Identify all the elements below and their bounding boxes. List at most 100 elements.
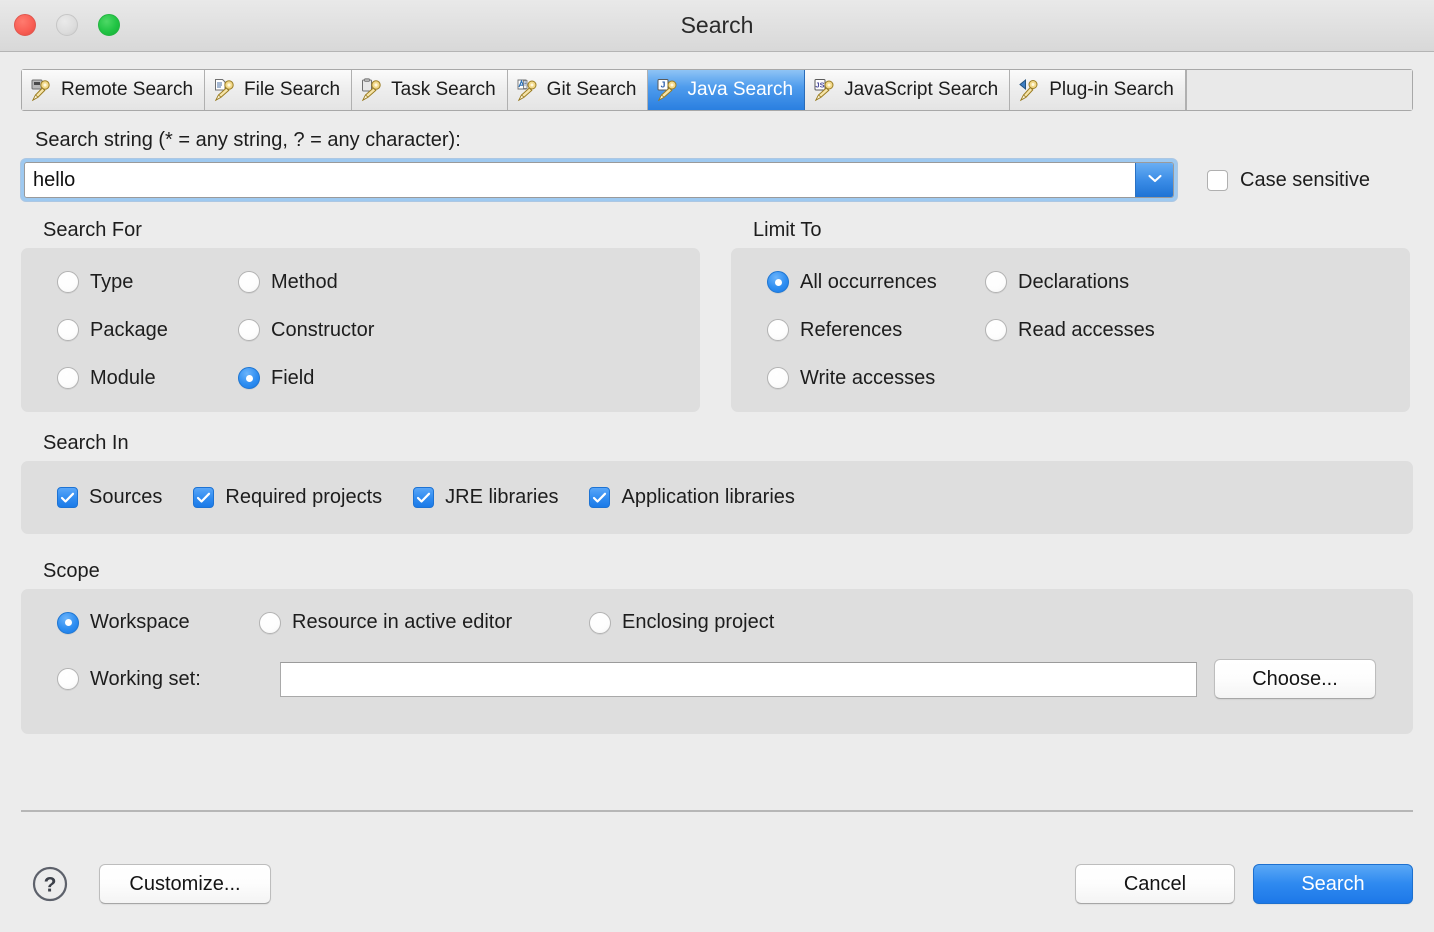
option-label: Package bbox=[90, 318, 168, 341]
radio-method[interactable] bbox=[238, 271, 260, 293]
choose-button[interactable]: Choose... bbox=[1214, 659, 1376, 699]
scope-box: Workspace Resource in active editor Encl… bbox=[21, 589, 1413, 734]
radio-module[interactable] bbox=[57, 367, 79, 389]
tab-plugin-search[interactable]: Plug-in Search bbox=[1010, 70, 1186, 110]
search-for-options: Type Package Module Method Constructor F… bbox=[57, 270, 700, 390]
option-label: All occurrences bbox=[800, 270, 937, 293]
scope-group: Scope Workspace Resource in active edito… bbox=[21, 560, 1413, 734]
plugin-search-icon bbox=[1018, 78, 1042, 102]
search-for-option-method[interactable]: Method bbox=[238, 270, 700, 294]
limit-to-option-read-accesses[interactable]: Read accesses bbox=[985, 318, 1410, 342]
checkbox-required-projects[interactable] bbox=[193, 487, 215, 508]
footer-separator bbox=[21, 810, 1413, 812]
limit-to-group: Limit To All occurrences References Writ… bbox=[731, 219, 1410, 412]
svg-text:?: ? bbox=[44, 874, 57, 897]
search-for-option-type[interactable]: Type bbox=[57, 270, 238, 294]
radio-working-set[interactable] bbox=[57, 668, 79, 690]
search-for-title: Search For bbox=[43, 219, 142, 241]
window-title: Search bbox=[680, 12, 754, 38]
window-titlebar: Search bbox=[0, 0, 1434, 52]
search-for-option-module[interactable]: Module bbox=[57, 366, 238, 390]
radio-workspace[interactable] bbox=[57, 611, 79, 634]
option-label: Constructor bbox=[271, 318, 375, 341]
radio-references[interactable] bbox=[767, 319, 789, 341]
task-search-icon bbox=[360, 78, 384, 102]
option-label: Enclosing project bbox=[622, 611, 775, 633]
radio-declarations[interactable] bbox=[985, 271, 1007, 293]
tab-git-search[interactable]: Git Search bbox=[507, 70, 649, 110]
working-set-input[interactable] bbox=[280, 661, 1197, 697]
limit-to-box: All occurrences References Write accesse… bbox=[731, 248, 1410, 412]
svg-text:JS: JS bbox=[815, 80, 824, 89]
option-label: Required projects bbox=[225, 486, 383, 508]
radio-read-accesses[interactable] bbox=[985, 319, 1007, 341]
remote-search-icon bbox=[30, 78, 54, 102]
limit-to-option-references[interactable]: References bbox=[767, 318, 985, 342]
cancel-button[interactable]: Cancel bbox=[1075, 864, 1235, 904]
search-for-option-field[interactable]: Field bbox=[238, 366, 700, 390]
search-for-and-limit-to-row: Search For Type Package Module Method Co… bbox=[21, 219, 1413, 412]
search-in-option-sources[interactable]: Sources bbox=[57, 486, 162, 509]
radio-write-accesses[interactable] bbox=[767, 367, 789, 389]
case-sensitive-checkbox[interactable] bbox=[1207, 169, 1228, 191]
search-string-combo[interactable] bbox=[21, 159, 1177, 201]
chevron-down-icon bbox=[1146, 171, 1164, 189]
search-for-option-constructor[interactable]: Constructor bbox=[238, 318, 700, 342]
tab-label: Remote Search bbox=[61, 79, 194, 100]
scope-option-resource-in-active-editor[interactable]: Resource in active editor bbox=[259, 611, 589, 634]
dialog-content: Search string (* = any string, ? = any c… bbox=[0, 111, 1434, 734]
limit-to-options: All occurrences References Write accesse… bbox=[767, 270, 1410, 390]
option-label: Method bbox=[271, 270, 338, 293]
search-for-box: Type Package Module Method Constructor F… bbox=[21, 248, 700, 412]
tab-javascript-search[interactable]: JS JavaScript Search bbox=[805, 70, 1011, 110]
checkbox-sources[interactable] bbox=[57, 487, 78, 508]
tab-remote-search[interactable]: Remote Search bbox=[22, 70, 206, 110]
tab-java-search[interactable]: J Java Search bbox=[648, 70, 806, 110]
customize-button[interactable]: Customize... bbox=[99, 864, 271, 904]
search-for-option-package[interactable]: Package bbox=[57, 318, 238, 342]
tab-label: Plug-in Search bbox=[1049, 79, 1174, 100]
option-label: Working set: bbox=[90, 667, 201, 690]
search-string-row: Case sensitive bbox=[21, 159, 1413, 201]
checkbox-jre-libraries[interactable] bbox=[413, 487, 435, 508]
scope-option-enclosing-project[interactable]: Enclosing project bbox=[589, 611, 774, 634]
git-search-icon bbox=[516, 78, 540, 102]
checkbox-application-libraries[interactable] bbox=[589, 487, 611, 508]
search-history-dropdown-button[interactable] bbox=[1135, 163, 1173, 197]
search-in-option-jre-libraries[interactable]: JRE libraries bbox=[413, 486, 558, 509]
option-label: JRE libraries bbox=[445, 486, 559, 508]
scope-option-working-set[interactable]: Working set: bbox=[57, 668, 280, 691]
option-label: Application libraries bbox=[621, 486, 795, 508]
case-sensitive-option[interactable]: Case sensitive bbox=[1207, 169, 1370, 192]
limit-to-option-declarations[interactable]: Declarations bbox=[985, 270, 1410, 294]
radio-package[interactable] bbox=[57, 319, 79, 341]
scope-title: Scope bbox=[43, 560, 100, 582]
limit-to-title: Limit To bbox=[753, 219, 822, 241]
limit-to-option-write-accesses[interactable]: Write accesses bbox=[767, 366, 985, 390]
search-string-label: Search string (* = any string, ? = any c… bbox=[35, 129, 461, 151]
tab-task-search[interactable]: Task Search bbox=[352, 70, 508, 110]
radio-constructor[interactable] bbox=[238, 319, 260, 341]
tab-label: JavaScript Search bbox=[844, 79, 999, 100]
option-label: Resource in active editor bbox=[292, 611, 513, 633]
file-search-icon bbox=[213, 78, 237, 102]
limit-to-option-all-occurrences[interactable]: All occurrences bbox=[767, 270, 985, 294]
scope-option-workspace[interactable]: Workspace bbox=[57, 611, 259, 634]
search-input[interactable] bbox=[25, 163, 1135, 197]
radio-all-occurrences[interactable] bbox=[767, 271, 789, 293]
help-question-icon[interactable]: ? bbox=[31, 865, 69, 903]
scope-row-working-set: Working set: Choose... bbox=[57, 659, 1413, 699]
option-label: Field bbox=[271, 366, 315, 389]
option-label: References bbox=[800, 318, 903, 341]
search-button[interactable]: Search bbox=[1253, 864, 1413, 904]
search-in-option-required-projects[interactable]: Required projects bbox=[193, 486, 382, 509]
radio-resource-in-active-editor[interactable] bbox=[259, 611, 281, 634]
search-in-option-application-libraries[interactable]: Application libraries bbox=[589, 486, 795, 509]
radio-field[interactable] bbox=[238, 367, 260, 389]
tab-strip-filler bbox=[1185, 70, 1412, 110]
radio-enclosing-project[interactable] bbox=[589, 611, 611, 634]
tab-file-search[interactable]: File Search bbox=[205, 70, 353, 110]
radio-type[interactable] bbox=[57, 271, 79, 293]
option-label: Type bbox=[90, 270, 134, 293]
javascript-search-icon: JS bbox=[813, 78, 837, 102]
